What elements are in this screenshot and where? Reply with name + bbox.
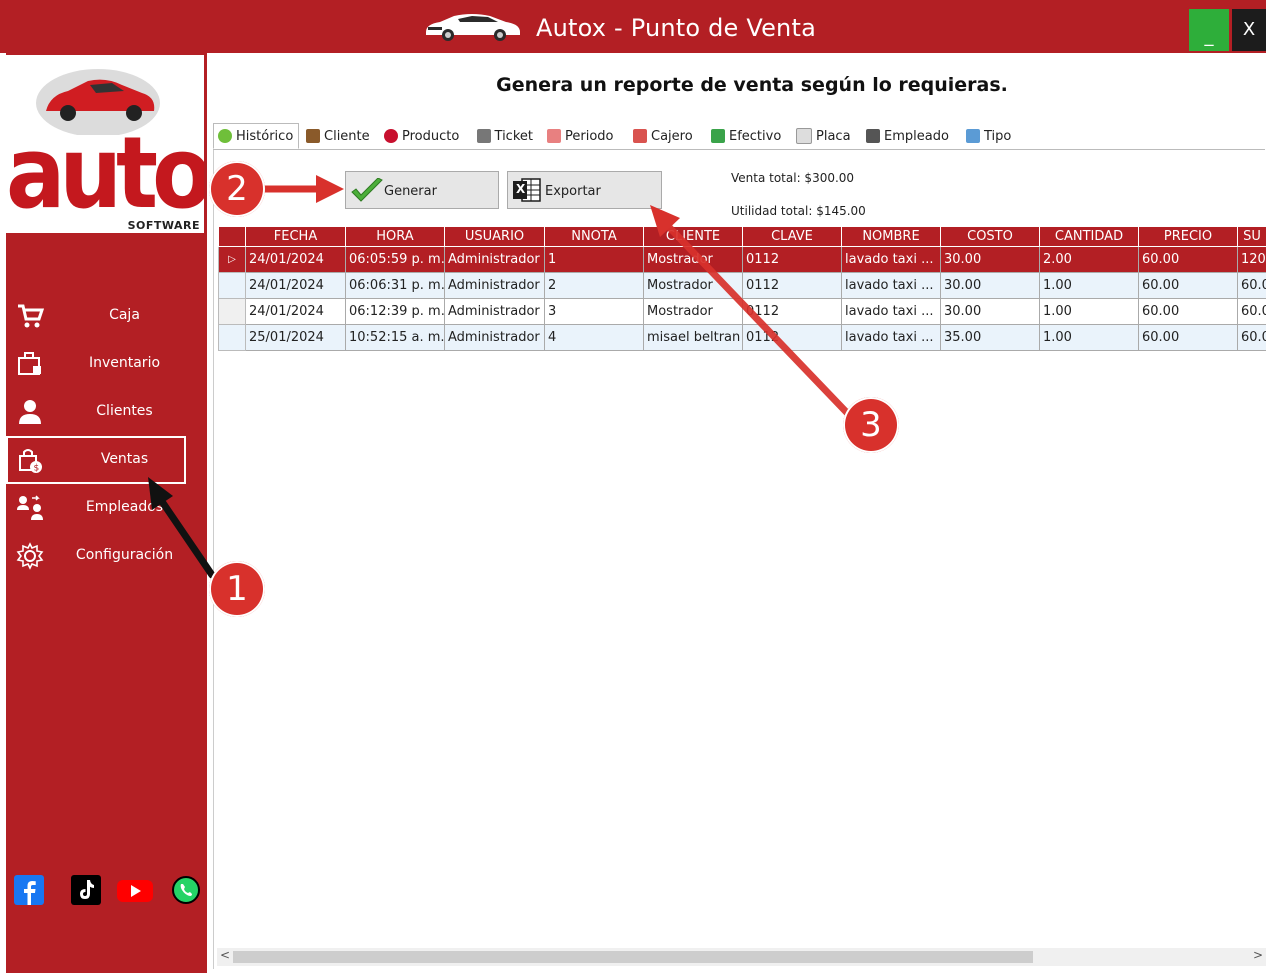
step-badge-3: 3: [843, 397, 899, 453]
arrow-2-head: [316, 175, 344, 203]
annotation-arrows: [148, 175, 856, 579]
step-badge-2: 2: [209, 161, 265, 217]
arrow-3: [664, 222, 856, 422]
step-badge-1: 1: [209, 561, 265, 617]
arrow-1: [159, 499, 216, 579]
